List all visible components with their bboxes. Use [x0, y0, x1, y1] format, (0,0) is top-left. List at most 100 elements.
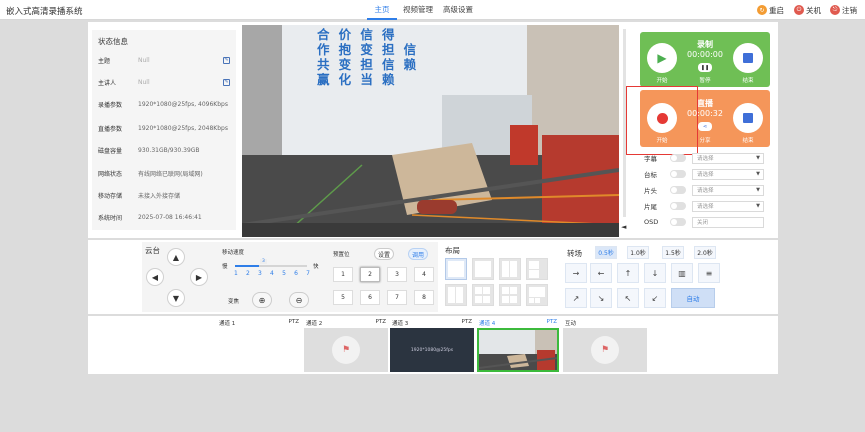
intro-select[interactable]: 请选择 ▼ — [692, 184, 764, 196]
transition-wipe-up[interactable]: ↑ — [617, 263, 639, 283]
layout-multi[interactable] — [526, 284, 548, 306]
transition-time-button[interactable]: 1.5秒 — [662, 246, 684, 259]
layout-quad[interactable] — [472, 284, 494, 306]
transition-blinds[interactable]: ≡ — [698, 263, 720, 283]
channel-3[interactable]: 通道 3 PTZ 1920*1080@25fps — [390, 319, 474, 373]
arrow-left-icon: ← — [597, 268, 605, 278]
preset-button[interactable]: 6 — [360, 290, 380, 305]
layout-overlap[interactable] — [526, 258, 548, 280]
transition-wipe-right[interactable]: → — [565, 263, 587, 283]
wall-char: 共 — [317, 57, 330, 72]
subtitle-select[interactable]: 请选择 ▼ — [692, 152, 764, 164]
outro-select[interactable]: 请选择 ▼ — [692, 200, 764, 212]
transition-wipe-down[interactable]: ↓ — [644, 263, 666, 283]
logout-icon: ⎋ — [830, 5, 840, 15]
wall-char: 当 — [360, 72, 373, 87]
status-value: Null — [138, 78, 150, 86]
channel-thumbnail — [477, 328, 559, 372]
preset-button[interactable]: 3 — [387, 267, 407, 282]
transition-time-button[interactable]: 2.0秒 — [694, 246, 716, 259]
video-preview[interactable]: 合价信得 作抱变担信 共变担信赖 赢化当赖 — [242, 25, 619, 237]
outro-toggle[interactable] — [670, 202, 686, 210]
transition-fade[interactable]: ▥ — [671, 263, 693, 283]
transition-diag-nw[interactable]: ↖ — [617, 288, 639, 308]
channel-2[interactable]: 通道 2 PTZ ⚑ — [304, 319, 388, 373]
zoom-in-button[interactable]: ⊕ — [252, 292, 272, 308]
layout-side-by-side[interactable] — [445, 284, 467, 306]
preset-button[interactable]: 1 — [333, 267, 353, 282]
transition-time-button[interactable]: 0.5秒 — [595, 246, 617, 259]
speed-tick[interactable]: 3 — [258, 270, 262, 277]
transition-time-button[interactable]: 1.0秒 — [627, 246, 649, 259]
wall-char: 信 — [403, 42, 417, 57]
tab-advanced-settings[interactable]: 高级设置 — [440, 0, 476, 20]
preset-button[interactable]: 8 — [414, 290, 434, 305]
channel-4[interactable]: 通道 4 PTZ — [477, 319, 559, 373]
ptz-title: 云台 — [145, 246, 160, 255]
zoom-in-icon: ⊕ — [258, 295, 266, 305]
record-stop-button[interactable] — [733, 43, 763, 73]
ptz-left-button[interactable]: ◀ — [146, 268, 164, 286]
logo-toggle[interactable] — [670, 170, 686, 178]
osd-toggle[interactable] — [670, 218, 686, 226]
speed-tick[interactable]: 6 — [294, 270, 298, 277]
speaker-icon[interactable]: ◄ — [621, 223, 626, 231]
channel-name: 通道 3 — [392, 321, 409, 327]
layout-single[interactable] — [445, 258, 467, 280]
shutdown-button[interactable]: ⏻ 关机 — [794, 4, 821, 16]
status-row-record-params: 录播参数 1920*1080@25fps, 4096Kbps — [98, 95, 230, 113]
ptz-label[interactable]: PTZ — [289, 319, 299, 328]
status-value: 1920*1080@25fps, 4096Kbps — [138, 100, 228, 108]
layout-split-2[interactable] — [499, 258, 521, 280]
status-label: 直播参数 — [98, 125, 123, 133]
preset-button[interactable]: 7 — [387, 290, 407, 305]
preset-button[interactable]: 2 — [360, 267, 380, 282]
restart-button[interactable]: ↻ 重启 — [757, 4, 784, 16]
ptz-label[interactable]: PTZ — [376, 319, 386, 328]
edit-icon[interactable]: ✎ — [223, 78, 230, 86]
live-share-button[interactable]: ⋖ — [698, 122, 712, 131]
channel-1[interactable]: 通道 1 PTZ — [217, 319, 301, 373]
speed-slider[interactable]: 3 — [235, 259, 307, 267]
live-stop-button[interactable] — [733, 103, 763, 133]
wall-char: 信 — [360, 27, 373, 42]
preset-button[interactable]: 5 — [333, 290, 353, 305]
status-value: Null — [138, 56, 150, 64]
layout-quad-alt[interactable] — [499, 284, 521, 306]
record-start-button[interactable]: ▶ — [647, 43, 677, 73]
wall-char: 价 — [338, 27, 352, 42]
ptz-right-button[interactable]: ▶ — [190, 268, 208, 286]
zoom-out-button[interactable]: ⊖ — [289, 292, 309, 308]
tab-video-management[interactable]: 视频管理 — [400, 0, 436, 20]
intro-toggle[interactable] — [670, 186, 686, 194]
ptz-down-button[interactable]: ▼ — [167, 289, 185, 307]
speed-tick[interactable]: 1 — [234, 270, 238, 277]
ptz-label[interactable]: PTZ — [547, 319, 557, 328]
tab-home[interactable]: 主页 — [367, 0, 397, 20]
speed-tick[interactable]: 5 — [282, 270, 286, 277]
transition-diag-ne[interactable]: ↗ — [565, 288, 587, 308]
ptz-up-button[interactable]: ▲ — [167, 248, 185, 266]
channel-interactive[interactable]: 互动 ⚑ — [563, 319, 647, 373]
speed-tick[interactable]: 7 — [306, 270, 310, 277]
logo-select[interactable]: 请选择 ▼ — [692, 168, 764, 180]
transition-diag-sw[interactable]: ↙ — [644, 288, 666, 308]
speed-tick[interactable]: 2 — [246, 270, 250, 277]
preset-call-button[interactable]: 调用 — [408, 248, 428, 260]
record-pause-button[interactable]: ❚❚ — [698, 63, 712, 72]
logout-button[interactable]: ⎋ 注销 — [830, 4, 857, 16]
layout-pip[interactable] — [472, 258, 494, 280]
transition-wipe-left[interactable]: ← — [590, 263, 612, 283]
transition-diag-se[interactable]: ↘ — [590, 288, 612, 308]
preset-set-button[interactable]: 设置 — [374, 248, 394, 260]
edit-icon[interactable]: ✎ — [223, 56, 230, 64]
preset-button[interactable]: 4 — [414, 267, 434, 282]
option-label: 台标 — [644, 171, 657, 179]
speed-tick[interactable]: 4 — [270, 270, 274, 277]
wall-char: 赖 — [403, 57, 417, 72]
subtitle-toggle[interactable] — [670, 154, 686, 162]
preset-title: 预置位 — [333, 252, 350, 258]
ptz-label[interactable]: PTZ — [462, 319, 472, 328]
transition-auto-button[interactable]: 自动 — [671, 288, 715, 308]
osd-select[interactable]: 关闭 — [692, 216, 764, 228]
